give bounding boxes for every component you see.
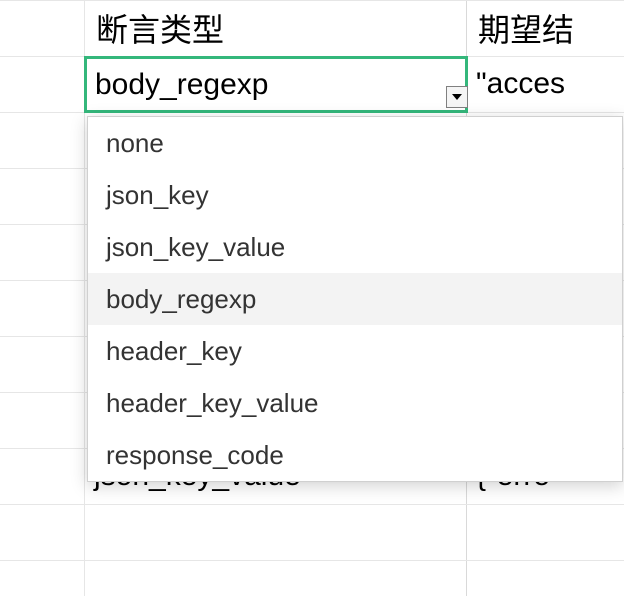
chevron-down-icon: [452, 94, 462, 100]
dropdown-option-json-key[interactable]: json_key: [88, 169, 622, 221]
assert-type-dropdown[interactable]: none json_key json_key_value body_regexp…: [87, 116, 623, 482]
active-cell-value: body_regexp: [95, 68, 268, 102]
column-header-assert-type[interactable]: 断言类型: [86, 0, 464, 56]
column-header-expect[interactable]: 期望结: [468, 0, 624, 56]
dropdown-option-json-key-value[interactable]: json_key_value: [88, 221, 622, 273]
dropdown-option-response-code[interactable]: response_code: [88, 429, 622, 481]
dropdown-toggle-button[interactable]: [446, 86, 468, 108]
active-cell-assert-type[interactable]: body_regexp: [84, 56, 468, 113]
dropdown-option-body-regexp[interactable]: body_regexp: [88, 273, 622, 325]
grid-line: [0, 504, 624, 505]
dropdown-option-none[interactable]: none: [88, 117, 622, 169]
grid-line: [0, 560, 624, 561]
cell-expect-active-row[interactable]: "acces: [468, 56, 624, 112]
dropdown-option-header-key[interactable]: header_key: [88, 325, 622, 377]
spreadsheet: 断言类型 期望结 json_key_value {"erro "acces bo…: [0, 0, 624, 596]
dropdown-option-header-key-value[interactable]: header_key_value: [88, 377, 622, 429]
